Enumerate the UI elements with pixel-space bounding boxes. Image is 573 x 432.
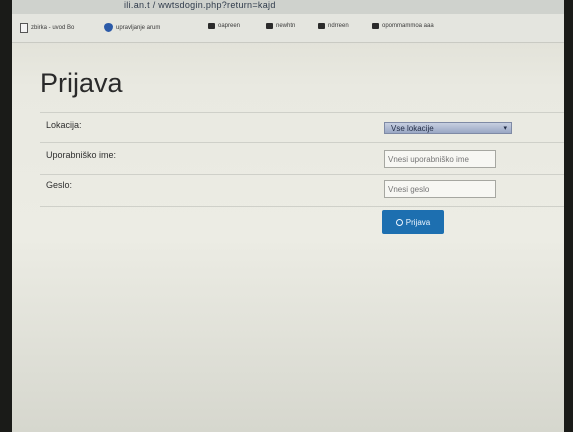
- folder-icon: [266, 23, 273, 29]
- divider: [40, 206, 564, 207]
- browser-window: ili.an.t / wwtsdogin.php?return=kajd zbi…: [12, 0, 564, 432]
- bookmark-item[interactable]: upravljanje arum: [104, 23, 160, 32]
- location-select[interactable]: Vse lokacije ▾: [384, 122, 512, 134]
- bookmarks-bar: zbirka - uvod Bo upravljanje arum oapree…: [12, 14, 564, 43]
- bookmark-label: oapreen: [218, 23, 241, 29]
- divider: [40, 142, 564, 143]
- folder-icon: [208, 23, 215, 29]
- bookmark-item[interactable]: newhtn: [266, 23, 295, 29]
- username-label: Uporabniško ime:: [46, 150, 117, 160]
- bookmark-item[interactable]: zbirka - uvod Bo: [20, 23, 74, 33]
- password-field[interactable]: [384, 180, 496, 198]
- bookmark-label: ndrreen: [328, 23, 349, 29]
- username-field[interactable]: [384, 150, 496, 168]
- page-icon: [20, 23, 28, 33]
- shield-icon: [104, 23, 113, 32]
- divider: [40, 174, 564, 175]
- bookmark-item[interactable]: ndrreen: [318, 23, 349, 29]
- bookmark-label: upravljanje arum: [116, 24, 161, 31]
- chevron-down-icon: ▾: [503, 125, 507, 132]
- url-text[interactable]: ili.an.t / wwtsdogin.php?return=kajd: [124, 0, 276, 10]
- location-label: Lokacija:: [46, 120, 82, 130]
- bookmark-item[interactable]: oapreen: [208, 23, 240, 29]
- login-button-label: Prijava: [405, 217, 431, 227]
- login-page: Prijava Lokacija: Vse lokacije ▾ Uporabn…: [12, 42, 564, 432]
- address-bar[interactable]: ili.an.t / wwtsdogin.php?return=kajd: [12, 0, 564, 14]
- bookmark-label: newhtn: [276, 23, 296, 29]
- login-icon: [395, 218, 403, 226]
- folder-icon: [318, 23, 325, 29]
- divider: [40, 112, 564, 113]
- password-label: Geslo:: [46, 180, 73, 190]
- bookmark-label: zbirka - uvod Bo: [31, 25, 75, 31]
- bookmark-item[interactable]: opommammoa aaa: [372, 23, 434, 29]
- location-selected-value: Vse lokacije: [391, 124, 434, 133]
- login-button[interactable]: Prijava: [382, 210, 444, 234]
- page-title: Prijava: [40, 68, 123, 98]
- bookmark-label: opommammoa aaa: [382, 23, 434, 29]
- monitor-bezel-right: [563, 0, 573, 432]
- folder-icon: [372, 23, 379, 29]
